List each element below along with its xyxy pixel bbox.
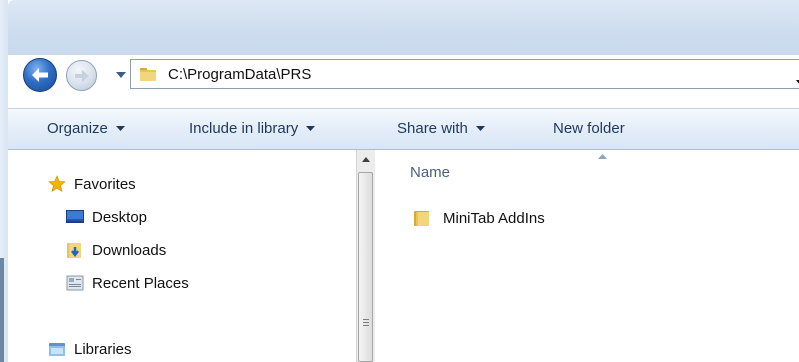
libraries-icon [49,343,65,356]
nav-item-favorites[interactable]: Favorites [48,172,136,196]
list-item[interactable]: MiniTab AddIns [413,206,545,230]
chevron-down-icon [475,126,485,131]
nav-item-recent-places[interactable]: Recent Places [66,271,189,295]
nav-item-downloads[interactable]: Downloads [66,238,166,262]
navigation-pane: Favorites Desktop Downloads Recent Place… [8,150,356,362]
file-list: Name MiniTab AddIns [376,150,799,362]
window-edge-shadow [0,258,4,362]
new-folder-button[interactable]: New folder [553,120,625,137]
nav-label-favorites: Favorites [74,175,136,193]
address-path[interactable]: C:\ProgramData\PRS [168,66,311,83]
organize-label: Organize [47,120,108,137]
folder-icon [414,211,429,226]
scroll-up-button[interactable] [357,150,375,168]
chevron-down-icon [116,72,126,78]
address-bar[interactable]: C:\ProgramData\PRS [130,59,799,89]
scroll-grip [363,319,369,328]
desktop-icon [66,210,84,223]
folder-icon [140,68,156,81]
downloads-folder-icon [67,243,81,258]
nav-label-downloads: Downloads [92,241,167,259]
command-bar: Organize Include in library Share with N… [8,108,799,150]
back-arrow-icon [32,68,48,82]
file-name: MiniTab AddIns [443,209,545,227]
sort-ascending-icon [598,154,607,159]
recent-places-icon [66,275,84,291]
scroll-thumb[interactable] [358,172,373,362]
forward-arrow-icon [74,69,89,82]
nav-pane-scrollbar[interactable] [356,150,375,362]
star-icon [48,175,66,192]
chevron-up-icon [362,156,370,162]
include-in-library-button[interactable]: Include in library [189,120,316,137]
forward-button[interactable] [66,60,97,91]
nav-item-desktop[interactable]: Desktop [66,205,147,229]
include-in-library-label: Include in library [189,120,299,137]
share-with-button[interactable]: Share with [397,120,485,137]
title-bar [8,0,799,55]
chevron-down-icon [115,126,125,131]
nav-label-recent-places: Recent Places [92,274,189,292]
nav-item-libraries[interactable]: Libraries [48,337,132,361]
window-left-border [0,0,8,362]
recent-pages-dropdown[interactable] [115,70,127,80]
nav-label-libraries: Libraries [74,340,132,358]
new-folder-label: New folder [553,120,625,137]
chevron-down-icon [306,126,316,131]
back-button[interactable] [23,58,57,92]
share-with-label: Share with [397,120,468,137]
nav-label-desktop: Desktop [92,208,148,226]
organize-button[interactable]: Organize [47,120,125,137]
column-header-name[interactable]: Name [410,164,450,181]
